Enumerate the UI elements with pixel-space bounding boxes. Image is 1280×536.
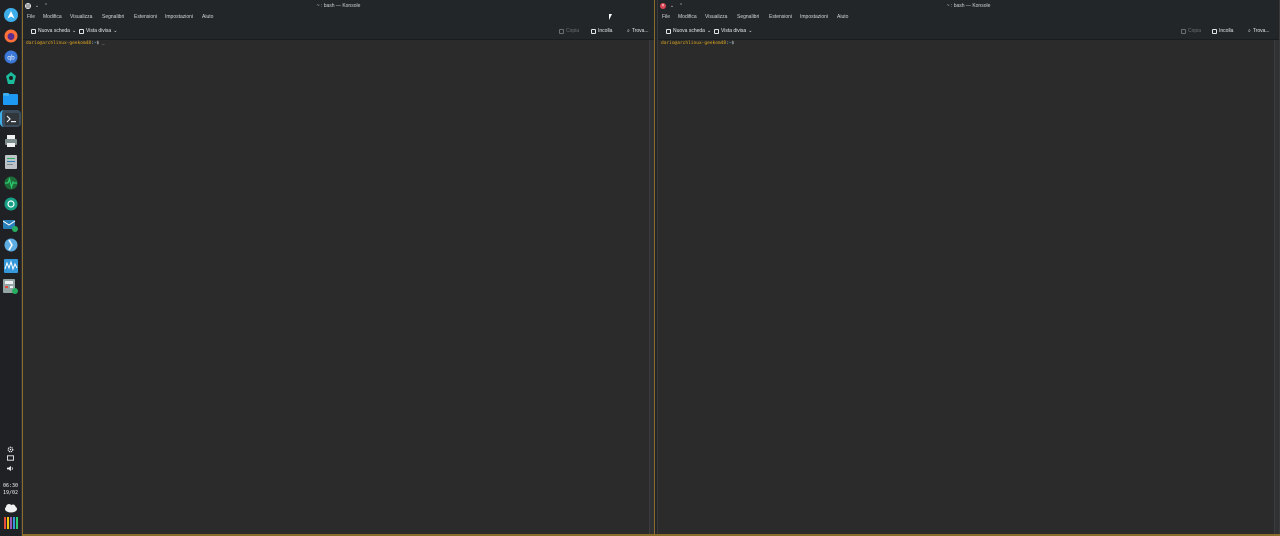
mouse-pointer-icon (609, 14, 612, 20)
konsole-icon[interactable] (0, 110, 21, 127)
prompt-host: archlinux-geekom48 (42, 41, 92, 46)
split-view-icon (714, 28, 719, 34)
new-tab-icon (666, 28, 671, 34)
menu-file[interactable]: File (27, 12, 35, 23)
display-tray-icon[interactable] (2, 453, 19, 463)
copy-icon (559, 28, 564, 34)
split-view-button[interactable]: Vista divisa ⌄ (79, 26, 117, 36)
chevron-down-icon: ⌄ (113, 28, 118, 34)
paste-icon (591, 28, 596, 34)
email-client-icon[interactable] (2, 216, 19, 233)
split-view-label: Vista divisa (721, 28, 747, 34)
toolbar: Nuova scheda ⌄ Vista divisa ⌄ Copia Inco… (23, 23, 654, 40)
qbittorrent-icon[interactable]: qb (2, 48, 19, 65)
clock-date: 19/02 (2, 490, 19, 496)
menu-visualizza[interactable]: Visualizza (705, 12, 727, 23)
pager-icon[interactable] (2, 514, 19, 531)
terminal-area[interactable]: dario@archlinux-geekom48:~$ (658, 40, 1275, 535)
new-tab-label: Nuova scheda (673, 28, 705, 34)
toolbar: Nuova scheda ⌄ Vista divisa ⌄ Copia Inco… (658, 23, 1279, 40)
new-tab-button[interactable]: Nuova scheda ⌄ (666, 26, 711, 36)
text-editor-icon[interactable] (2, 153, 19, 170)
window-titlebar[interactable]: ⌄ ⌃ ~ : bash — Konsole (23, 0, 654, 12)
kde-connect-icon[interactable] (2, 69, 19, 86)
menu-estensioni[interactable]: Estensioni (769, 12, 792, 23)
file-manager-icon[interactable] (2, 90, 19, 107)
prompt-symbol: $ (731, 41, 735, 46)
chevron-down-icon: ⌄ (71, 28, 77, 34)
menu-modifica[interactable]: Modifica (678, 12, 697, 23)
menu-aiuto[interactable]: Aiuto (202, 12, 213, 23)
network-icon[interactable] (2, 195, 19, 212)
new-tab-icon (31, 28, 36, 34)
find-button[interactable]: ⌕ Trova... (627, 26, 649, 36)
scrollbar[interactable] (649, 40, 654, 535)
find-button[interactable]: ⌕ Trova... (1248, 26, 1270, 36)
prompt-symbol: $ (96, 41, 100, 46)
prompt-user: dario (26, 41, 40, 46)
volume-tray-icon[interactable] (2, 463, 19, 473)
find-label: Trova... (631, 28, 649, 34)
firefox-icon[interactable] (2, 27, 19, 44)
konsole-window-left[interactable]: ⌄ ⌃ ~ : bash — Konsole File Modifica Vis… (22, 0, 655, 536)
paste-label: Incolla (1219, 28, 1234, 34)
menu-impostazioni[interactable]: Impostazioni (800, 12, 828, 23)
menu-impostazioni[interactable]: Impostazioni (165, 12, 193, 23)
browser-globe-icon[interactable] (2, 236, 19, 253)
menu-estensioni[interactable]: Estensioni (134, 12, 157, 23)
copy-label: Copia (1188, 28, 1202, 34)
menu-segnalibri[interactable]: Segnalibri (102, 12, 124, 23)
split-view-icon (79, 28, 84, 34)
split-view-button[interactable]: Vista divisa ⌄ (714, 26, 752, 36)
prompt-user: dario (661, 41, 675, 46)
menu-aiuto[interactable]: Aiuto (837, 12, 848, 23)
terminal-area[interactable]: dario@archlinux-geekom48:~$ _ (23, 40, 650, 535)
new-tab-label: Nuova scheda (38, 28, 70, 34)
side-panel: qb 06:30 19/02 (0, 0, 22, 536)
chevron-down-icon: ⌄ (748, 28, 753, 34)
split-view-label: Vista divisa (86, 28, 112, 34)
window-title: ~ : bash — Konsole (946, 3, 991, 9)
menu-segnalibri[interactable]: Segnalibri (737, 12, 759, 23)
calculator-icon[interactable] (2, 278, 19, 295)
copy-button[interactable]: Copia (1181, 26, 1201, 36)
scrollbar[interactable] (1274, 40, 1279, 535)
paste-button[interactable]: Incolla (591, 26, 612, 36)
copy-label: Copia (566, 28, 580, 34)
svg-text:qb: qb (7, 54, 15, 61)
window-title: ~ : bash — Konsole (316, 3, 361, 9)
terminal-cursor: _ (101, 41, 105, 46)
printer-icon[interactable] (2, 132, 19, 149)
system-monitor-icon[interactable] (2, 174, 19, 191)
menu-bar: File Modifica Visualizza Segnalibri Este… (658, 12, 1279, 23)
clock-time: 06:30 (2, 483, 19, 489)
konsole-window-right[interactable]: × ⌄ ⌃ ~ : bash — Konsole File Modifica V… (657, 0, 1280, 536)
menu-file[interactable]: File (662, 12, 670, 23)
search-icon: ⌕ (627, 28, 630, 34)
menu-modifica[interactable]: Modifica (43, 12, 62, 23)
spectrum-app-icon[interactable] (2, 257, 19, 274)
window-titlebar[interactable]: × ⌄ ⌃ ~ : bash — Konsole (658, 0, 1279, 12)
prompt-host: archlinux-geekom48 (677, 41, 727, 46)
menu-visualizza[interactable]: Visualizza (70, 12, 92, 23)
chevron-down-icon: ⌄ (706, 28, 712, 34)
application-launcher-icon[interactable] (2, 6, 19, 23)
copy-icon (1181, 28, 1186, 34)
find-label: Trova... (1252, 28, 1270, 34)
copy-button[interactable]: Copia (559, 26, 579, 36)
paste-button[interactable]: Incolla (1212, 26, 1233, 36)
terminal-prompt: dario@archlinux-geekom48:~$ (661, 41, 735, 46)
paste-icon (1212, 28, 1217, 34)
menu-bar: File Modifica Visualizza Segnalibri Este… (23, 12, 654, 23)
digital-clock[interactable]: 06:30 19/02 (0, 483, 21, 497)
search-icon: ⌕ (1248, 28, 1251, 34)
new-tab-button[interactable]: Nuova scheda ⌄ (31, 26, 76, 36)
terminal-prompt: dario@archlinux-geekom48:~$ _ (26, 41, 105, 46)
paste-label: Incolla (598, 28, 613, 34)
